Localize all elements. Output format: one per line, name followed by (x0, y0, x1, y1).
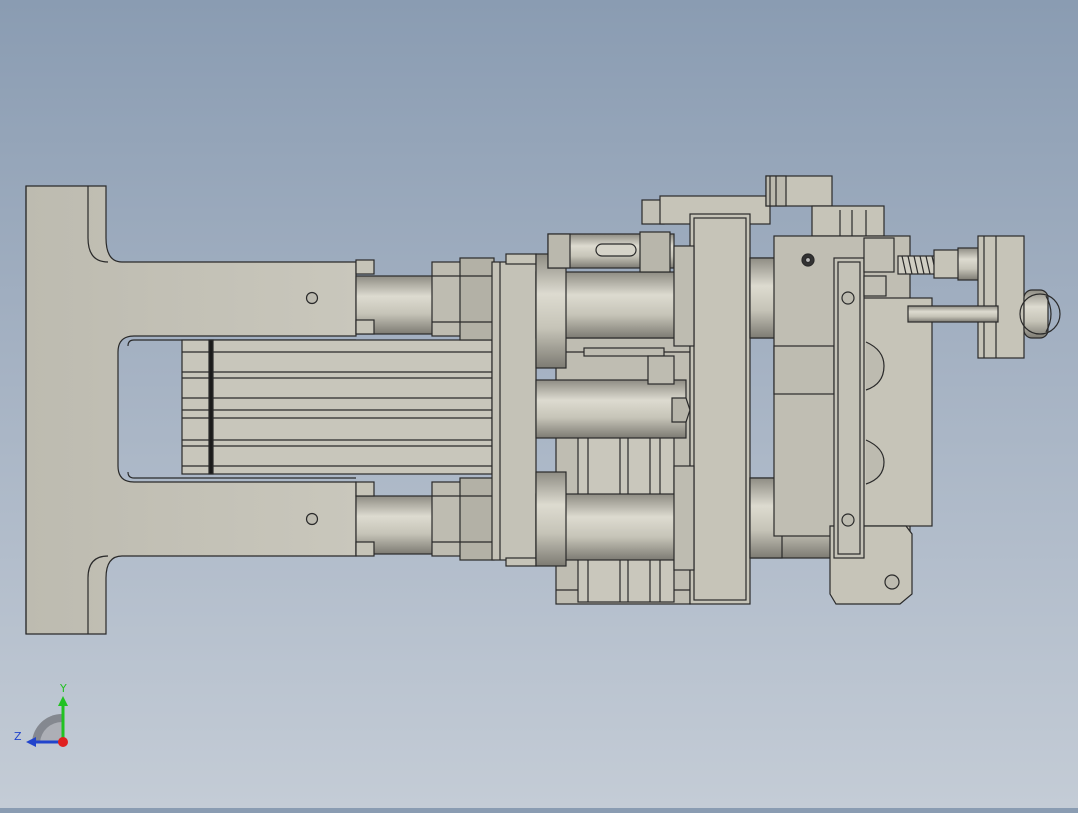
center-plate (689, 213, 751, 605)
hex-nut (431, 481, 463, 557)
bolt-hole (305, 512, 319, 526)
cad-model-viewport[interactable]: Y Z (0, 0, 1078, 808)
bolt-hole (305, 291, 319, 305)
cylinder-body (181, 339, 493, 475)
assembly-drawing (25, 175, 1061, 635)
bolt-hole (884, 574, 900, 590)
guide-rod-middle (535, 379, 687, 439)
z-axis-label: Z (14, 730, 22, 743)
hex-nut (431, 261, 463, 337)
y-axis-label: Y (60, 682, 67, 695)
triad-graphic (26, 696, 68, 747)
orientation-triad[interactable]: Y Z (10, 682, 80, 754)
stopper-rod (907, 305, 999, 323)
end-plate (491, 261, 537, 561)
